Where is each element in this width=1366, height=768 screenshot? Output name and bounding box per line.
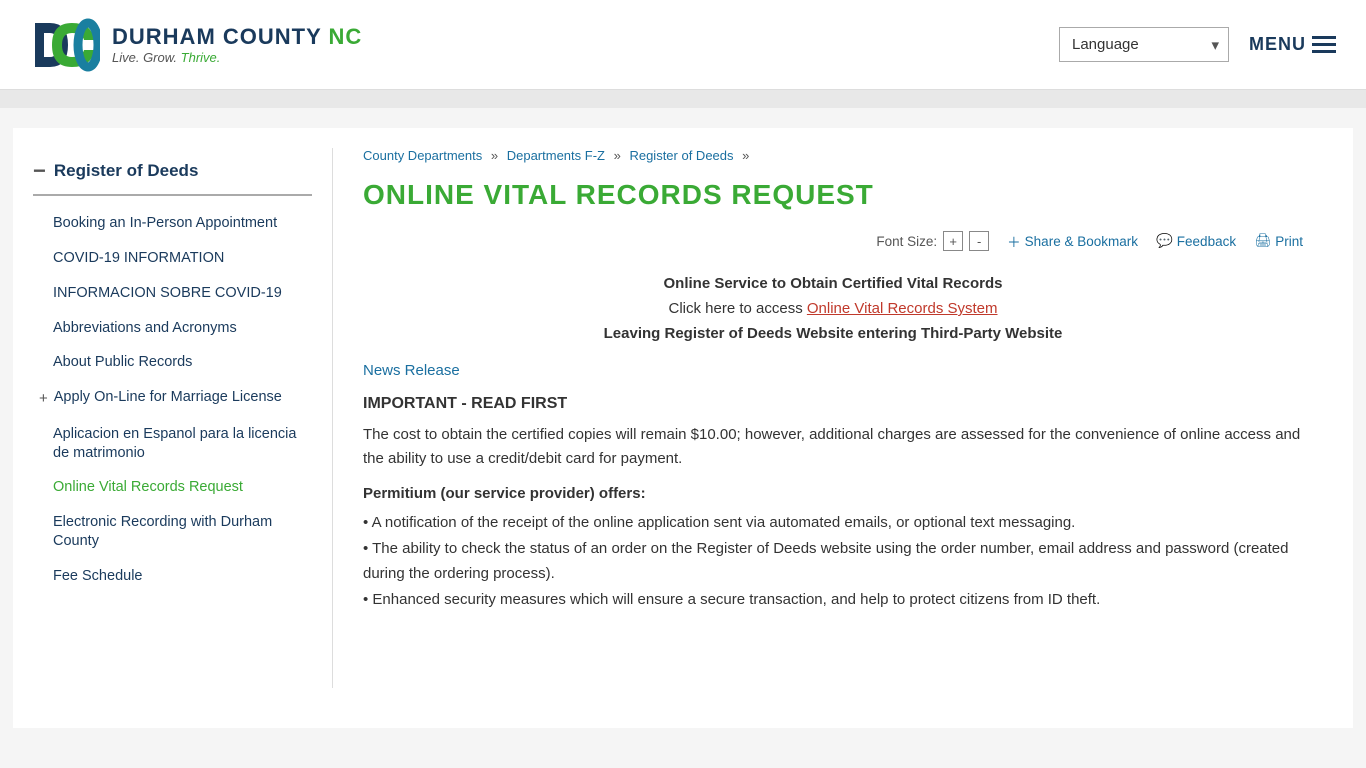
sidebar-item-covid-es[interactable]: INFORMACION SOBRE COVID-19 [33,276,312,311]
print-button[interactable]: 🖨 Print [1254,233,1303,249]
toolbar: Font Size: + - ＋ Share & Bookmark 💬 Feed… [363,231,1303,251]
share-bookmark-button[interactable]: ＋ Share & Bookmark [1007,231,1138,251]
feedback-button[interactable]: 💬 Feedback [1156,233,1236,249]
sidebar-item-covid[interactable]: COVID-19 INFORMATION [33,241,312,276]
share-icon: ＋ [1007,231,1021,251]
important-heading: IMPORTANT - READ FIRST [363,395,1303,413]
sidebar-item-public-records[interactable]: About Public Records [33,345,312,380]
vital-records-system-link[interactable]: Online Vital Records System [807,300,998,317]
header-right: Language Spanish French MENU [1059,27,1336,62]
vital-records-access: Click here to access Online Vital Record… [363,300,1303,317]
font-size-controls: Font Size: + - [876,231,989,251]
site-logo-icon [30,15,100,75]
sidebar-item-aplicacion[interactable]: Aplicacion en Espanol para la licencia d… [33,417,312,471]
breadcrumb: County Departments » Departments F-Z » R… [363,148,1303,163]
feedback-icon: 💬 [1156,233,1173,249]
site-header: DURHAM COUNTY NC Live. Grow. Thrive. Lan… [0,0,1366,90]
print-icon: 🖨 [1254,233,1271,249]
logo-title: DURHAM COUNTY NC [112,24,362,50]
intro-section: Online Service to Obtain Certified Vital… [363,275,1303,342]
language-selector-wrapper: Language Spanish French [1059,27,1229,62]
main-content: County Departments » Departments F-Z » R… [333,148,1333,688]
language-select[interactable]: Language Spanish French [1059,27,1229,62]
logo-text: DURHAM COUNTY NC Live. Grow. Thrive. [112,24,362,65]
news-release-link[interactable]: News Release [363,362,460,379]
font-decrease-button[interactable]: - [969,231,989,251]
bullet-list: • A notification of the receipt of the o… [363,510,1303,612]
permitium-heading: Permitium (our service provider) offers: [363,485,1303,502]
hamburger-icon [1312,36,1336,53]
breadcrumb-county-depts[interactable]: County Departments [363,148,482,163]
sub-header-bar [0,90,1366,108]
bullet-item-1: • A notification of the receipt of the o… [363,510,1303,536]
bullet-item-3: • Enhanced security measures which will … [363,587,1303,613]
breadcrumb-depts-fz[interactable]: Departments F-Z [507,148,605,163]
sidebar-item-marriage-license[interactable]: + Apply On-Line for Marriage License [33,380,312,417]
sidebar-item-vital-records[interactable]: Online Vital Records Request [33,470,312,505]
breadcrumb-register-of-deeds[interactable]: Register of Deeds [629,148,733,163]
menu-label: MENU [1249,34,1306,55]
sidebar: − Register of Deeds Booking an In-Person… [33,148,333,688]
font-increase-button[interactable]: + [943,231,963,251]
sidebar-item-booking[interactable]: Booking an In-Person Appointment [33,206,312,241]
sidebar-item-abbreviations[interactable]: Abbreviations and Acronyms [33,311,312,346]
logo-area: DURHAM COUNTY NC Live. Grow. Thrive. [30,15,362,75]
plus-icon: + [39,389,48,409]
sidebar-title-text: Register of Deeds [54,161,199,181]
leaving-notice: Leaving Register of Deeds Website enteri… [363,325,1303,342]
menu-button[interactable]: MENU [1249,34,1336,55]
main-container: − Register of Deeds Booking an In-Person… [13,128,1353,728]
sidebar-title: − Register of Deeds [33,158,312,196]
intro-text: Online Service to Obtain Certified Vital… [363,275,1303,292]
sidebar-collapse-button[interactable]: − [33,158,46,184]
sidebar-item-electronic-recording[interactable]: Electronic Recording with Durham County [33,505,312,559]
font-size-label: Font Size: [876,234,937,249]
sidebar-item-fee-schedule[interactable]: Fee Schedule [33,559,312,594]
logo-tagline: Live. Grow. Thrive. [112,50,362,65]
cost-text: The cost to obtain the certified copies … [363,423,1303,471]
bullet-item-2: • The ability to check the status of an … [363,536,1303,587]
important-section: IMPORTANT - READ FIRST The cost to obtai… [363,395,1303,612]
page-title: ONLINE VITAL RECORDS REQUEST [363,179,1303,211]
news-release-section: News Release [363,362,1303,379]
